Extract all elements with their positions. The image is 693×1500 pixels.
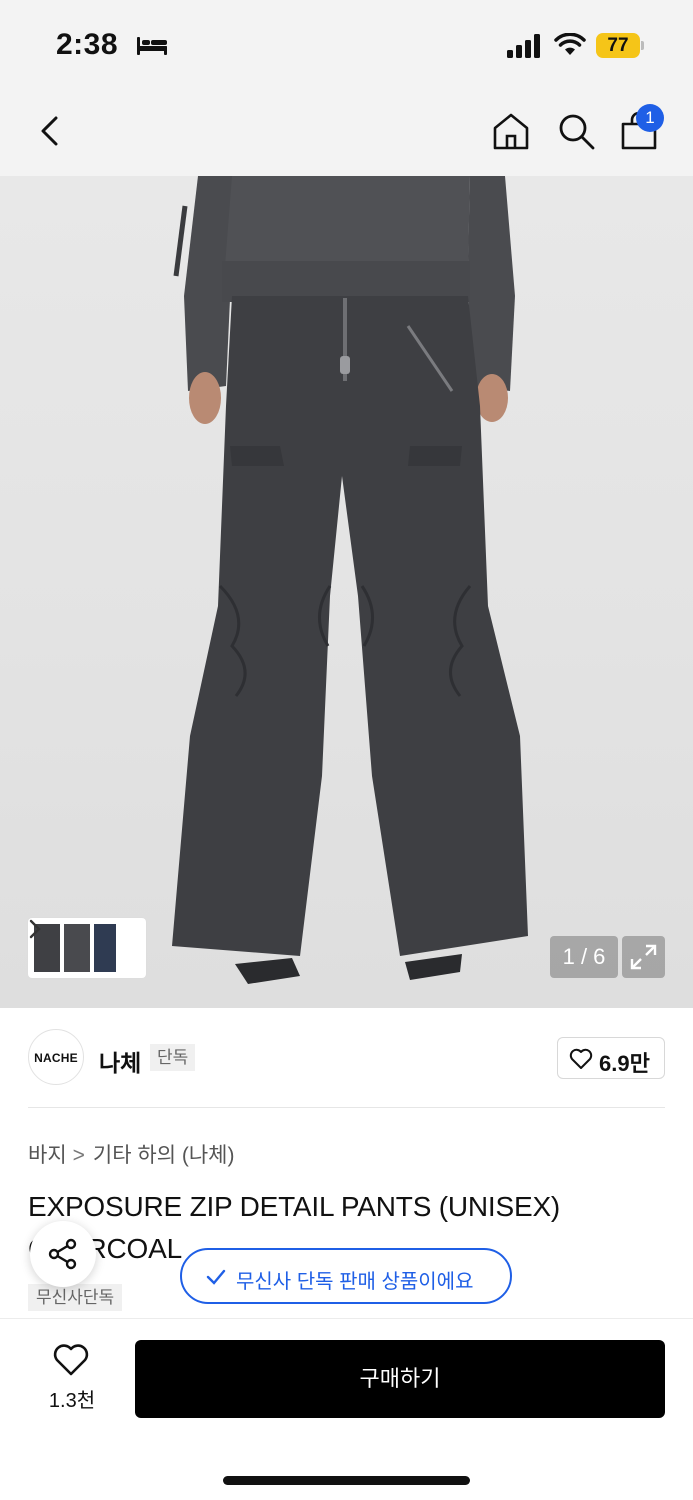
top-navigation: 1: [0, 88, 693, 176]
battery-level: 77: [596, 33, 640, 58]
thumbnail-image[interactable]: [94, 924, 116, 972]
chevron-right-icon[interactable]: [28, 918, 42, 940]
wishlist-heart-icon[interactable]: [52, 1343, 90, 1377]
status-bar: 2:38 77: [0, 0, 693, 88]
thumbnail-image[interactable]: [64, 924, 90, 972]
image-counter: 1 / 6: [550, 936, 618, 978]
breadcrumb-level-2[interactable]: 기타 하의 (나체): [93, 1144, 235, 1167]
breadcrumb-separator: >: [72, 1144, 85, 1167]
battery-indicator: 77: [596, 33, 644, 58]
expand-icon: [630, 944, 657, 970]
buy-button[interactable]: 구매하기: [135, 1340, 665, 1418]
cart-count-badge: 1: [636, 104, 664, 132]
share-icon: [48, 1238, 77, 1270]
exclusive-badge: 단독: [150, 1044, 196, 1071]
sleep-focus-icon: [137, 37, 167, 55]
category-breadcrumb: 바지 > 기타 하의 (나체): [28, 1139, 234, 1169]
home-indicator: [223, 1476, 470, 1485]
brand-like-count: 6.9만: [599, 1051, 650, 1076]
brand-name[interactable]: 나체: [99, 1044, 141, 1078]
brand-logo[interactable]: NACHE: [28, 1029, 84, 1085]
heart-outline-icon: [569, 1048, 593, 1069]
toast-message: 무신사 단독 판매 상품이에요: [236, 1271, 474, 1293]
battery-tip: [641, 41, 644, 50]
breadcrumb-level-1[interactable]: 바지: [28, 1144, 67, 1167]
product-photo: [172, 176, 528, 984]
back-arrow-icon[interactable]: [32, 110, 68, 152]
product-tag: 무신사단독: [28, 1284, 123, 1311]
exclusive-toast: 무신사 단독 판매 상품이에요: [180, 1248, 512, 1304]
home-icon[interactable]: [490, 110, 532, 152]
section-divider: [28, 1107, 665, 1108]
wifi-icon: [554, 33, 586, 55]
cellular-signal-icon: [507, 34, 540, 58]
search-icon[interactable]: [555, 110, 597, 152]
product-image-gallery[interactable]: 1 / 6: [0, 176, 693, 1008]
expand-image-button[interactable]: [622, 936, 665, 978]
brand-like-button[interactable]: 6.9만: [557, 1037, 665, 1079]
wishlist-count: 1.3천: [48, 1390, 96, 1412]
share-button[interactable]: [30, 1221, 96, 1287]
status-time: 2:38: [56, 28, 119, 61]
gallery-thumbnail-strip[interactable]: [28, 918, 146, 978]
check-icon: [206, 1269, 226, 1285]
